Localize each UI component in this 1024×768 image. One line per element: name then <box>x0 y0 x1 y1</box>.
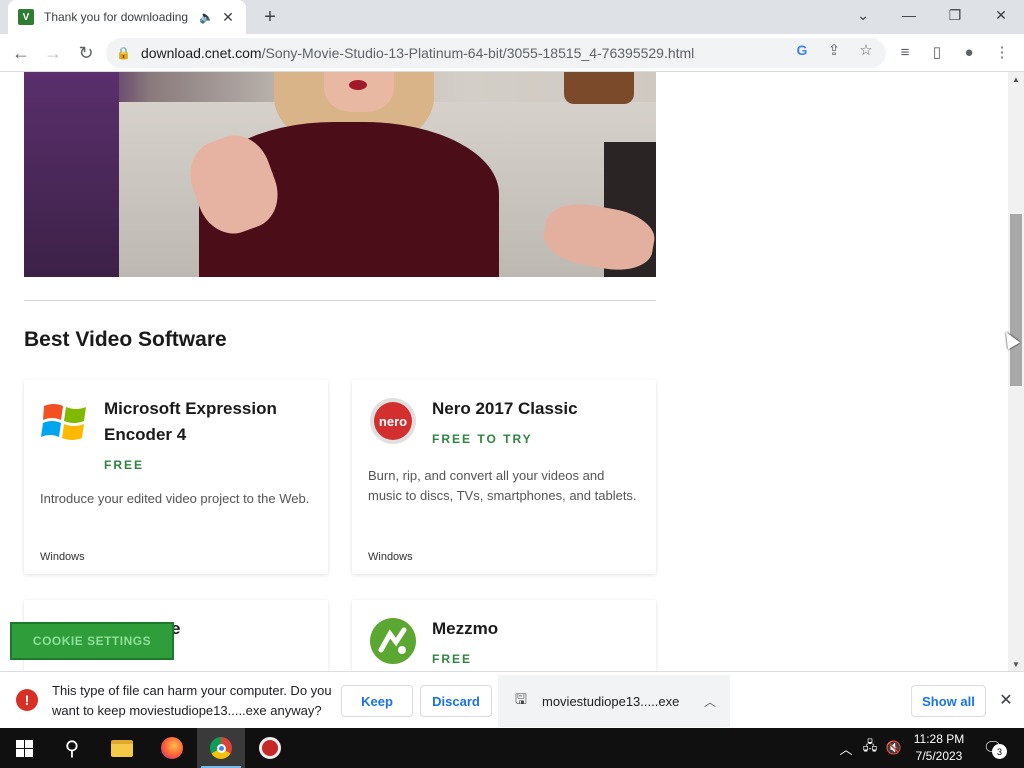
restore-button[interactable]: ❐ <box>932 0 978 30</box>
tab-search-dropdown-icon[interactable]: ⌄ <box>840 0 886 30</box>
software-name[interactable]: Nero 2017 Classic <box>432 396 642 422</box>
chrome-icon <box>210 737 232 759</box>
url-path: /Sony-Movie-Studio-13-Platinum-64-bit/30… <box>261 45 695 61</box>
tab-strip: V Thank you for downloading 🔈 ✕ + ⌄ — ❐ … <box>0 0 1024 34</box>
software-card[interactable]: nero Nero 2017 Classic FREE TO TRY Burn,… <box>352 380 656 574</box>
firefox-button[interactable] <box>148 728 196 768</box>
software-price: FREE TO TRY <box>432 432 533 446</box>
software-price: FREE <box>104 458 145 472</box>
app-button[interactable] <box>246 728 294 768</box>
search-button[interactable]: ⚲ <box>48 728 96 768</box>
firefox-icon <box>161 737 183 759</box>
forward-button[interactable]: → <box>40 40 66 66</box>
share-icon[interactable]: ⇪ <box>824 40 844 60</box>
mezzmo-logo-icon <box>368 616 418 666</box>
address-bar[interactable]: 🔒 download.cnet.com/Sony-Movie-Studio-13… <box>106 38 886 68</box>
download-bar: ! This type of file can harm your comput… <box>0 671 1024 728</box>
warning-icon: ! <box>16 689 38 711</box>
keep-button[interactable]: Keep <box>341 685 413 717</box>
clock-date: 7/5/2023 <box>915 749 963 763</box>
close-download-bar-icon[interactable]: ✕ <box>996 690 1016 710</box>
download-file-name: moviestudiope13.....exe <box>542 693 680 709</box>
section-title: Best Video Software <box>24 328 227 351</box>
software-description: Burn, rip, and convert all your videos a… <box>368 468 637 503</box>
start-button[interactable] <box>0 728 48 768</box>
menu-kebab-icon[interactable]: ⋮ <box>992 42 1012 62</box>
profile-icon[interactable]: ● <box>959 42 979 62</box>
page-content: Best Video Software Microsoft Expression… <box>0 72 1008 671</box>
system-clock[interactable]: 11:28 PM 7/5/2023 <box>908 731 970 765</box>
nero-logo-icon: nero <box>368 396 418 446</box>
svg-text:nero: nero <box>379 414 407 429</box>
reload-button[interactable]: ↻ <box>73 40 99 66</box>
software-description: Introduce your edited video project to t… <box>40 491 310 506</box>
minimize-button[interactable]: — <box>886 0 932 30</box>
cookie-settings-button[interactable]: COOKIE SETTINGS <box>10 622 174 660</box>
bookmark-star-icon[interactable]: ☆ <box>856 40 876 60</box>
chrome-button[interactable] <box>197 728 245 768</box>
volume-muted-icon[interactable]: 🔇 <box>884 738 904 758</box>
tab-title: Thank you for downloading <box>44 10 189 24</box>
show-hidden-icons-chevron-icon[interactable]: ︿ <box>836 738 856 758</box>
software-name[interactable]: Mezzmo <box>432 616 642 642</box>
discard-button[interactable]: Discard <box>420 685 492 717</box>
clock-time: 11:28 PM <box>913 732 965 746</box>
installer-file-icon: 🖫 <box>515 691 527 707</box>
software-platform: Windows <box>40 551 85 563</box>
section-divider <box>24 300 656 301</box>
red-app-icon <box>259 737 281 759</box>
software-card[interactable]: Mezzmo FREE <box>352 600 656 671</box>
video-lamp <box>564 72 634 104</box>
video-player[interactable] <box>24 72 656 277</box>
chevron-up-icon[interactable]: ︿ <box>704 693 716 710</box>
software-platform: Windows <box>368 551 413 563</box>
windows-taskbar: ⚲ ︿ 🖧 🔇 11:28 PM 7/5/2023 🗨 3 <box>0 728 1024 768</box>
download-item[interactable]: 🖫 moviestudiope13.....exe ︿ <box>498 675 730 727</box>
new-tab-button[interactable]: + <box>258 5 282 29</box>
file-explorer-button[interactable] <box>98 728 146 768</box>
scrollbar-thumb[interactable] <box>1010 214 1022 386</box>
folder-icon <box>111 739 133 757</box>
video-backdrop <box>24 72 119 277</box>
show-all-button[interactable]: Show all <box>911 685 986 717</box>
tab-close-icon[interactable]: ✕ <box>220 9 236 25</box>
video-presenter-face <box>324 72 394 112</box>
speaker-icon[interactable]: 🔈 <box>199 10 214 24</box>
browser-toolbar: ← → ↻ 🔒 download.cnet.com/Sony-Movie-Stu… <box>0 34 1024 72</box>
network-icon[interactable]: 🖧 <box>860 738 880 758</box>
url-domain: download.cnet.com <box>140 45 262 61</box>
url-text: download.cnet.com/Sony-Movie-Studio-13-P… <box>141 45 694 61</box>
lock-icon[interactable]: 🔒 <box>116 46 131 60</box>
search-icon: ⚲ <box>64 737 80 760</box>
software-card[interactable]: Microsoft Expression Encoder 4 FREE Intr… <box>24 380 328 574</box>
video-presenter-mouth <box>349 80 367 90</box>
download-warning-text: This type of file can harm your computer… <box>52 683 332 718</box>
close-window-button[interactable]: ✕ <box>978 0 1024 30</box>
scroll-up-arrow-icon[interactable]: ▲ <box>1008 72 1024 86</box>
scroll-down-arrow-icon[interactable]: ▼ <box>1008 657 1024 671</box>
windows-flag-logo-icon <box>40 396 90 446</box>
notification-count-badge: 3 <box>992 744 1007 759</box>
cnet-favicon-icon: V <box>18 9 34 25</box>
back-button[interactable]: ← <box>8 40 34 66</box>
browser-tab[interactable]: V Thank you for downloading 🔈 ✕ <box>8 0 246 34</box>
windows-logo-icon <box>15 739 33 757</box>
side-panel-icon[interactable]: ▯ <box>927 42 947 62</box>
software-price: FREE <box>432 652 473 666</box>
google-lens-icon[interactable]: G <box>792 40 812 60</box>
page-scrollbar[interactable]: ▲ ▼ <box>1008 72 1024 671</box>
software-name[interactable]: Microsoft Expression Encoder 4 <box>104 396 314 448</box>
media-control-icon[interactable]: ≡ <box>895 42 915 62</box>
